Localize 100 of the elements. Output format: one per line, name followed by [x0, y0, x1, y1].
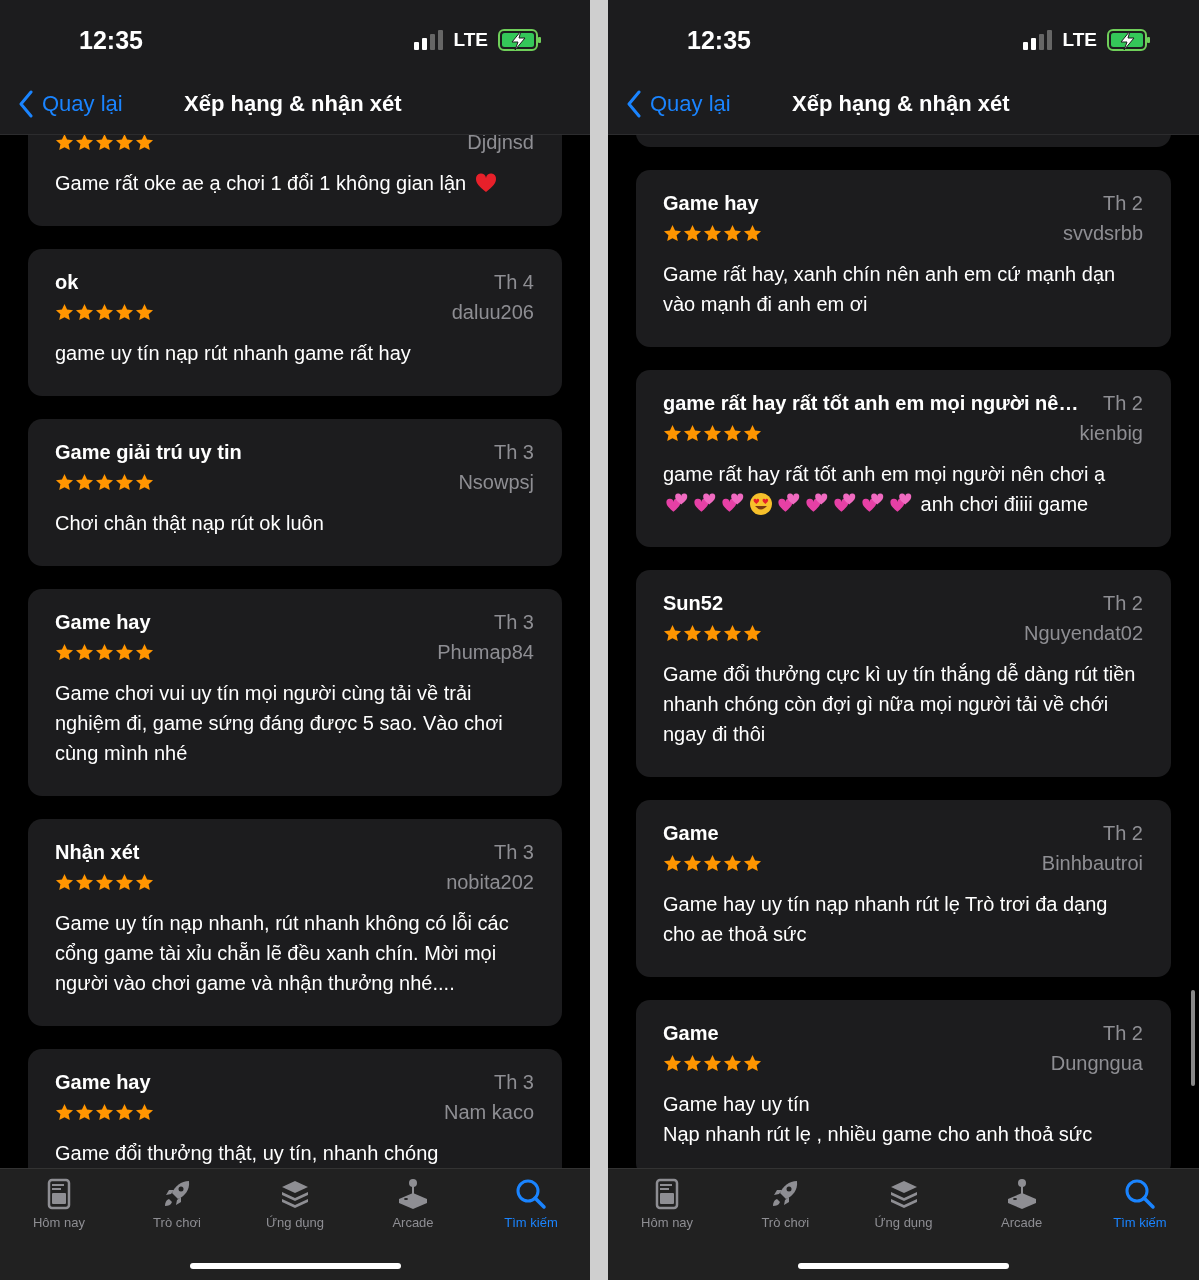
review-date: Th 3 — [493, 1070, 534, 1094]
star-icon — [683, 1053, 702, 1073]
review-author: Dungngua — [1050, 1051, 1143, 1075]
tab[interactable]: Arcade — [962, 1177, 1081, 1237]
star-icon — [723, 423, 742, 443]
tab[interactable]: Tìm kiếm — [1080, 1177, 1199, 1237]
star-icon — [663, 1053, 682, 1073]
star-icon — [115, 642, 134, 662]
page-title: Xếp hạng & nhận xét — [792, 91, 1010, 117]
review-text: Game đổi thưởng cực kì uy tín thắng dễ dàng rút tiền nhanh chóng còn đợi gì nữa mọi người tải về chới ngay đi thôi — [663, 662, 1137, 747]
star-icon — [743, 853, 762, 873]
star-icon — [683, 223, 702, 243]
star-icon — [115, 472, 134, 492]
chevron-icon — [626, 90, 642, 118]
back-link[interactable]: Quay lại — [626, 90, 792, 118]
review-author: daluu206 — [451, 300, 534, 324]
star-icon — [723, 623, 742, 643]
review-author: nobita202 — [446, 870, 534, 894]
tab[interactable]: Ứng dụng — [844, 1177, 963, 1237]
network-type: LTE — [1062, 29, 1097, 51]
review-author: Binhbautroi — [1041, 851, 1143, 875]
review-author: svvdsrbb — [1062, 221, 1143, 245]
review-date: Th 2 — [1102, 821, 1143, 845]
review-text: Game uy tín nạp nhanh, rút nhanh không có lỗi các cổng game tài xỉu chẵn lẽ đều xanh chín. Mời mọi người vào chơi game và nhận thưởng nhé.... — [55, 911, 510, 996]
review-text: Game rất oke ae ạ chơi 1 đổi 1 không gian lận — [55, 172, 468, 194]
star-icon — [135, 1102, 154, 1122]
star-icon — [663, 853, 682, 873]
page-title: Xếp hạng & nhận xét — [184, 91, 402, 117]
star-icon — [703, 423, 722, 443]
network-type: LTE — [453, 29, 488, 51]
status-time: 12:35 — [79, 25, 144, 55]
star-icon — [95, 472, 114, 492]
review-text: Game đổi thưởng thật, uy tín, nhanh chóng — [55, 1141, 440, 1166]
star-icon — [743, 623, 762, 643]
review-text: anh chơi điiii game — [919, 493, 1089, 515]
review-text: Game hay uy tín Nạp nhanh rút lẹ , nhiều game cho anh thoả sức — [663, 1092, 1094, 1147]
star-icon — [95, 642, 114, 662]
review-date: Th 2 — [1102, 391, 1143, 415]
star-icon — [55, 1102, 74, 1122]
review-text: Game chơi vui uy tín mọi người cùng tải về trải nghiệm đi, game sứng đáng được 5 sao. Vào chơi cùng mình nhé — [55, 681, 504, 766]
review-author: Nam kaco — [443, 1100, 534, 1124]
star-icon — [95, 132, 114, 152]
review-date: Th 2 — [1102, 591, 1143, 615]
star-icon — [95, 1102, 114, 1122]
star-icon — [703, 223, 722, 243]
star-icon — [55, 472, 74, 492]
battery-icon — [1107, 29, 1151, 51]
heart-icon — [473, 171, 498, 195]
star-icon — [55, 132, 74, 152]
tab[interactable]: Hôm nay — [0, 1177, 118, 1237]
star-icon — [75, 872, 94, 892]
tab[interactable]: Arcade — [354, 1177, 472, 1237]
review-author: kienbig — [1079, 421, 1143, 445]
star-icon — [663, 223, 682, 243]
review-title: Game hay — [55, 1070, 151, 1094]
star-icon — [703, 1053, 722, 1073]
star-icon — [115, 1102, 134, 1122]
review-title: ok — [55, 270, 79, 294]
star-icon — [135, 302, 154, 322]
review-title: Sun52 — [663, 591, 724, 615]
review-title: Game hay — [55, 610, 151, 634]
star-icon — [55, 642, 74, 662]
star-icon — [135, 132, 154, 152]
search-icon — [514, 1177, 548, 1211]
review-date: Th 3 — [493, 440, 534, 464]
review-date: Th 4 — [493, 270, 534, 294]
star-icon — [663, 423, 682, 443]
review-date: Th 2 — [1102, 191, 1143, 215]
review-author: Nguyendat02 — [1024, 621, 1143, 645]
star-icon — [95, 872, 114, 892]
review-date: Th 3 — [493, 840, 534, 864]
tab[interactable]: Trò chơi — [726, 1177, 845, 1237]
joystick-icon — [396, 1177, 430, 1211]
star-icon — [115, 132, 134, 152]
tab[interactable]: Hôm nay — [608, 1177, 727, 1237]
star-icon — [703, 623, 722, 643]
smiley-icon — [749, 492, 773, 516]
star-icon — [703, 853, 722, 873]
star-icon — [663, 623, 682, 643]
star-icon — [743, 1053, 762, 1073]
star-icon — [75, 642, 94, 662]
star-icon — [683, 423, 702, 443]
tab[interactable]: Trò chơi — [118, 1177, 236, 1237]
star-icon — [115, 872, 134, 892]
star-icon — [723, 1053, 742, 1073]
star-icon — [95, 302, 114, 322]
tab[interactable]: Tìm kiếm — [472, 1177, 590, 1237]
star-icon — [135, 642, 154, 662]
star-icon — [135, 872, 154, 892]
review-text: Game hay uy tín nạp nhanh rút lẹ Trò trơi đa dạng cho ae thoả sức — [663, 892, 1109, 947]
review-author: Phumap84 — [437, 640, 534, 664]
back-link[interactable]: Quay lại — [18, 90, 184, 118]
star-icon — [683, 623, 702, 643]
battery-icon — [498, 29, 542, 51]
review-date: Th 3 — [493, 610, 534, 634]
star-icon — [55, 302, 74, 322]
star-icon — [115, 302, 134, 322]
tab[interactable]: Ứng dụng — [236, 1177, 354, 1237]
signal-icon — [413, 30, 444, 50]
star-icon — [743, 423, 762, 443]
